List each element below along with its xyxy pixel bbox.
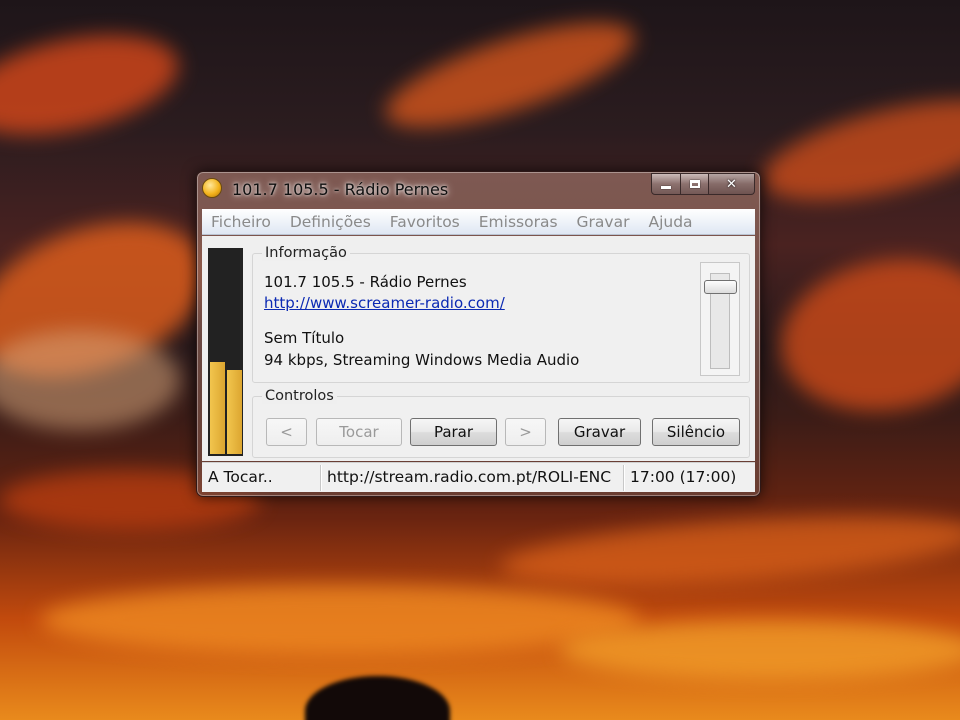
minimize-button[interactable] <box>651 173 681 195</box>
radio-player-window: 101.7 105.5 - Rádio Pernes ✕ Ficheiro De… <box>196 171 761 497</box>
info-group: Informação 101.7 105.5 - Rádio Pernes ht… <box>252 245 750 383</box>
info-group-legend: Informação <box>262 245 350 261</box>
mute-button[interactable]: Silêncio <box>652 418 740 446</box>
client-area: Informação 101.7 105.5 - Rádio Pernes ht… <box>202 236 755 461</box>
volume-control <box>700 262 740 376</box>
track-title: Sem Título <box>264 329 345 347</box>
status-separator <box>320 465 321 491</box>
status-separator <box>623 465 624 491</box>
status-stream-url: http://stream.radio.com.pt/ROLI-ENC <box>327 468 612 486</box>
wallpaper-cloud <box>768 242 960 428</box>
play-button[interactable]: Tocar <box>316 418 402 446</box>
title-bar[interactable]: 101.7 105.5 - Rádio Pernes ✕ <box>197 172 760 206</box>
menu-bar: Ficheiro Definições Favoritos Emissoras … <box>202 209 755 235</box>
close-icon: ✕ <box>726 176 737 192</box>
record-button[interactable]: Gravar <box>558 418 641 446</box>
stream-info: 94 kbps, Streaming Windows Media Audio <box>264 351 580 369</box>
status-time: 17:00 (17:00) <box>630 468 737 486</box>
menu-emissoras[interactable]: Emissoras <box>470 213 568 231</box>
controls-group-legend: Controlos <box>262 388 337 404</box>
status-bar: A Tocar.. http://stream.radio.com.pt/ROL… <box>202 462 755 492</box>
menu-ficheiro[interactable]: Ficheiro <box>202 213 281 231</box>
menu-favoritos[interactable]: Favoritos <box>381 213 470 231</box>
wallpaper-cloud <box>375 1 645 149</box>
wallpaper-cloud <box>560 620 960 680</box>
app-icon[interactable] <box>202 178 222 198</box>
level-meter-right <box>227 370 242 454</box>
stop-button[interactable]: Parar <box>410 418 497 446</box>
minimize-icon <box>661 185 671 189</box>
maximize-icon <box>689 180 700 188</box>
wallpaper-cloud <box>0 18 187 152</box>
controls-group: Controlos < Tocar Parar > Gravar Silênci… <box>252 388 750 458</box>
next-button[interactable]: > <box>505 418 546 446</box>
close-button[interactable]: ✕ <box>709 173 755 195</box>
wallpaper-cloud <box>754 79 960 221</box>
maximize-button[interactable] <box>681 173 709 195</box>
station-url-link[interactable]: http://www.screamer-radio.com/ <box>264 294 505 312</box>
window-title: 101.7 105.5 - Rádio Pernes <box>232 180 449 199</box>
menu-gravar[interactable]: Gravar <box>568 213 640 231</box>
level-meter-left <box>210 362 225 454</box>
station-name: 101.7 105.5 - Rádio Pernes <box>264 273 467 291</box>
caption-buttons: ✕ <box>651 173 755 195</box>
wallpaper-cloud <box>40 585 640 655</box>
status-state: A Tocar.. <box>208 468 273 486</box>
wallpaper-tree-silhouette <box>305 676 450 720</box>
menu-definicoes[interactable]: Definições <box>281 213 381 231</box>
menu-ajuda[interactable]: Ajuda <box>639 213 702 231</box>
wallpaper-cloud <box>0 330 180 430</box>
wallpaper-cloud <box>498 503 960 597</box>
volume-slider-thumb[interactable] <box>704 280 737 294</box>
previous-button[interactable]: < <box>266 418 307 446</box>
level-meter <box>208 248 243 456</box>
